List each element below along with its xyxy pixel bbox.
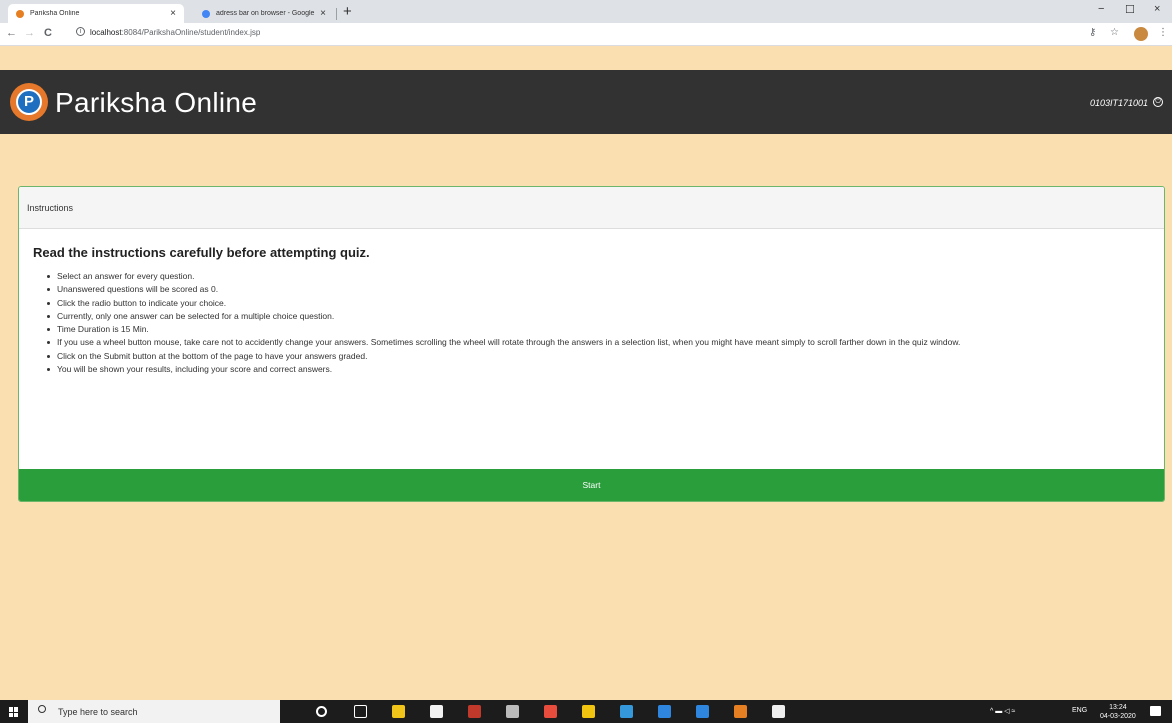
- list-item: Select an answer for every question.: [47, 270, 1150, 283]
- browser-tab-strip: Pariksha Online × adress bar on browser …: [0, 0, 1172, 23]
- task-view-icon[interactable]: [354, 705, 367, 718]
- clock-time: 13:24: [1109, 704, 1127, 711]
- address-bar[interactable]: localhost:8084/ParikshaOnline/student/in…: [90, 28, 260, 37]
- close-window-button[interactable]: ×: [1154, 3, 1160, 15]
- logo-letter: P: [16, 89, 42, 115]
- instructions-heading: Read the instructions carefully before a…: [33, 245, 370, 260]
- app-icon[interactable]: [658, 705, 671, 718]
- tab-title: adress bar on browser - Google: [216, 10, 315, 17]
- virtualbox-icon[interactable]: [620, 705, 633, 718]
- minimize-button[interactable]: −: [1098, 3, 1104, 15]
- photos-icon[interactable]: [772, 705, 785, 718]
- key-icon[interactable]: ⚷: [1089, 27, 1096, 38]
- close-tab-icon[interactable]: ×: [320, 8, 326, 19]
- file-explorer-icon[interactable]: [392, 705, 405, 718]
- reload-button[interactable]: C: [44, 27, 52, 39]
- notification-icon[interactable]: [1150, 706, 1161, 716]
- browser-menu-icon[interactable]: ⋮: [1158, 27, 1168, 38]
- maximize-button[interactable]: ☐: [1125, 3, 1135, 16]
- windows-taskbar: Type here to search ^ ▬ ◁ ≈ ENG 13:24 04…: [0, 700, 1172, 723]
- tab-pariksha-online[interactable]: Pariksha Online ×: [8, 4, 184, 23]
- user-id[interactable]: 0103IT171001: [1090, 98, 1148, 108]
- tab-google-search[interactable]: adress bar on browser - Google ×: [194, 4, 334, 23]
- search-placeholder: Type here to search: [58, 707, 138, 717]
- mcafee-icon[interactable]: [468, 705, 481, 718]
- url-path: :8084/ParikshaOnline/student/index.jsp: [121, 28, 261, 37]
- url-host: localhost: [90, 28, 122, 37]
- back-button[interactable]: ←: [6, 27, 17, 39]
- card-header: Instructions: [19, 187, 1164, 229]
- brand-title[interactable]: Pariksha Online: [55, 87, 257, 119]
- chrome-icon[interactable]: [582, 705, 595, 718]
- instructions-card: Instructions Read the instructions caref…: [18, 186, 1165, 502]
- list-item: Time Duration is 15 Min.: [47, 323, 1150, 336]
- app-header: P Pariksha Online 0103IT171001 ⏻: [0, 70, 1172, 134]
- list-item: Click on the Submit button at the bottom…: [47, 350, 1150, 363]
- cortana-icon[interactable]: [316, 706, 327, 717]
- list-item: Unanswered questions will be scored as 0…: [47, 283, 1150, 296]
- pariksha-favicon-icon: [16, 9, 24, 18]
- forward-button[interactable]: →: [24, 27, 35, 39]
- app3-icon[interactable]: [734, 705, 747, 718]
- taskbar-clock[interactable]: 13:24 04-03-2020: [1100, 703, 1136, 721]
- list-item: Click the radio button to indicate your …: [47, 297, 1150, 310]
- app2-icon[interactable]: [696, 705, 709, 718]
- close-tab-icon[interactable]: ×: [170, 8, 176, 19]
- terminal-icon[interactable]: [506, 705, 519, 718]
- google-favicon-icon: [202, 9, 210, 18]
- new-tab-button[interactable]: +: [343, 3, 352, 20]
- pariksha-logo[interactable]: P: [10, 83, 48, 121]
- list-item: Currently, only one answer can be select…: [47, 310, 1150, 323]
- list-item: You will be shown your results, includin…: [47, 363, 1150, 376]
- site-info-icon[interactable]: i: [76, 27, 85, 36]
- card-body: Read the instructions carefully before a…: [19, 229, 1164, 376]
- tab-title: Pariksha Online: [30, 10, 80, 17]
- taskbar-search-input[interactable]: Type here to search: [28, 700, 280, 723]
- browser-toolbar: ← → C i localhost:8084/ParikshaOnline/st…: [0, 23, 1172, 46]
- tray-icons[interactable]: ^ ▬ ◁ ≈: [990, 707, 1015, 715]
- user-icon[interactable]: ⏻: [1153, 97, 1163, 107]
- clock-date: 04-03-2020: [1100, 713, 1136, 720]
- profile-avatar[interactable]: [1134, 27, 1148, 41]
- bookmark-star-icon[interactable]: ☆: [1110, 27, 1119, 38]
- opera-icon[interactable]: [544, 705, 557, 718]
- windows-start-icon[interactable]: [9, 707, 19, 717]
- search-icon: [38, 705, 46, 713]
- store-icon[interactable]: [430, 705, 443, 718]
- tray-language[interactable]: ENG: [1072, 707, 1087, 714]
- instructions-list: Select an answer for every question. Una…: [33, 270, 1150, 376]
- start-button[interactable]: Start: [19, 469, 1164, 501]
- tab-divider: [336, 8, 337, 20]
- list-item: If you use a wheel button mouse, take ca…: [47, 336, 1150, 349]
